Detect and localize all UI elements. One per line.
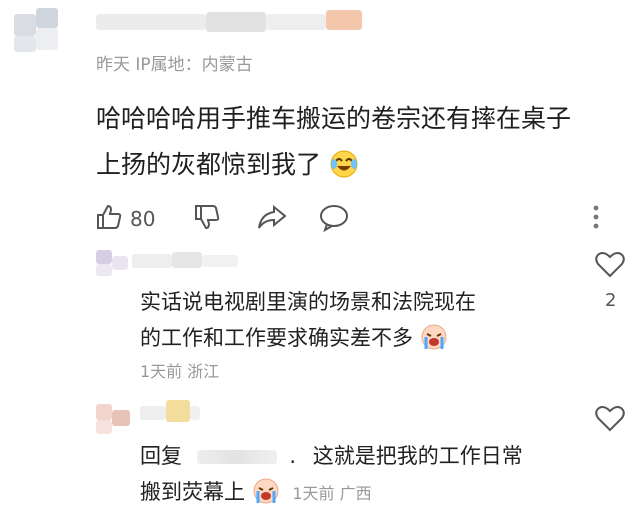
laughing-crying-emoji-icon bbox=[329, 148, 359, 194]
reply-text-line1: 这就是把我的工作日常 bbox=[312, 444, 523, 468]
heart-icon bbox=[594, 404, 626, 436]
comment-text-line2: 上扬的灰都惊到我了 bbox=[96, 150, 322, 179]
reply-like-count: 2 bbox=[605, 290, 617, 311]
comment-meta: 昨天 IP属地：内蒙古 bbox=[96, 55, 253, 75]
thumbs-down-icon bbox=[192, 202, 222, 236]
crying-emoji-icon bbox=[420, 323, 448, 362]
reply-text-line1: 实话说电视剧里演的场景和法院现在 bbox=[140, 290, 476, 314]
heart-icon bbox=[594, 250, 626, 282]
reply-text: 回复 . 这就是把我的工作日常 搬到荧幕上 1天前 广西 bbox=[140, 438, 580, 516]
crying-emoji-icon bbox=[252, 477, 280, 516]
reply-like-button[interactable] bbox=[594, 250, 626, 282]
reply-meta: 1天前 广西 bbox=[292, 484, 372, 503]
reply-text-line2: 搬到荧幕上 bbox=[140, 480, 245, 504]
comment-text: 哈哈哈哈用手推车搬运的卷宗还有摔在桌子 上扬的灰都惊到我了 bbox=[96, 96, 616, 194]
like-count: 80 bbox=[130, 207, 156, 231]
reply-like-button[interactable] bbox=[594, 404, 626, 436]
comment-button[interactable] bbox=[318, 202, 350, 236]
share-icon bbox=[256, 202, 288, 236]
reply-text: 实话说电视剧里演的场景和法院现在 的工作和工作要求确实差不多 bbox=[140, 284, 580, 362]
more-options-button[interactable] bbox=[588, 202, 604, 236]
dislike-button[interactable] bbox=[192, 202, 222, 236]
thumbs-up-icon bbox=[94, 202, 124, 236]
share-button[interactable] bbox=[256, 202, 288, 236]
reply-dot: . bbox=[289, 444, 297, 468]
mentioned-user-blurred[interactable] bbox=[196, 450, 277, 464]
more-icon bbox=[588, 202, 604, 236]
like-button[interactable]: 80 bbox=[94, 202, 155, 236]
reply-prefix: 回复 bbox=[140, 444, 182, 468]
reply-text-line2: 的工作和工作要求确实差不多 bbox=[140, 326, 413, 350]
comment-icon bbox=[318, 202, 350, 236]
reply-meta: 1天前 浙江 bbox=[140, 362, 220, 381]
comment-text-line1: 哈哈哈哈用手推车搬运的卷宗还有摔在桌子 bbox=[96, 104, 572, 133]
